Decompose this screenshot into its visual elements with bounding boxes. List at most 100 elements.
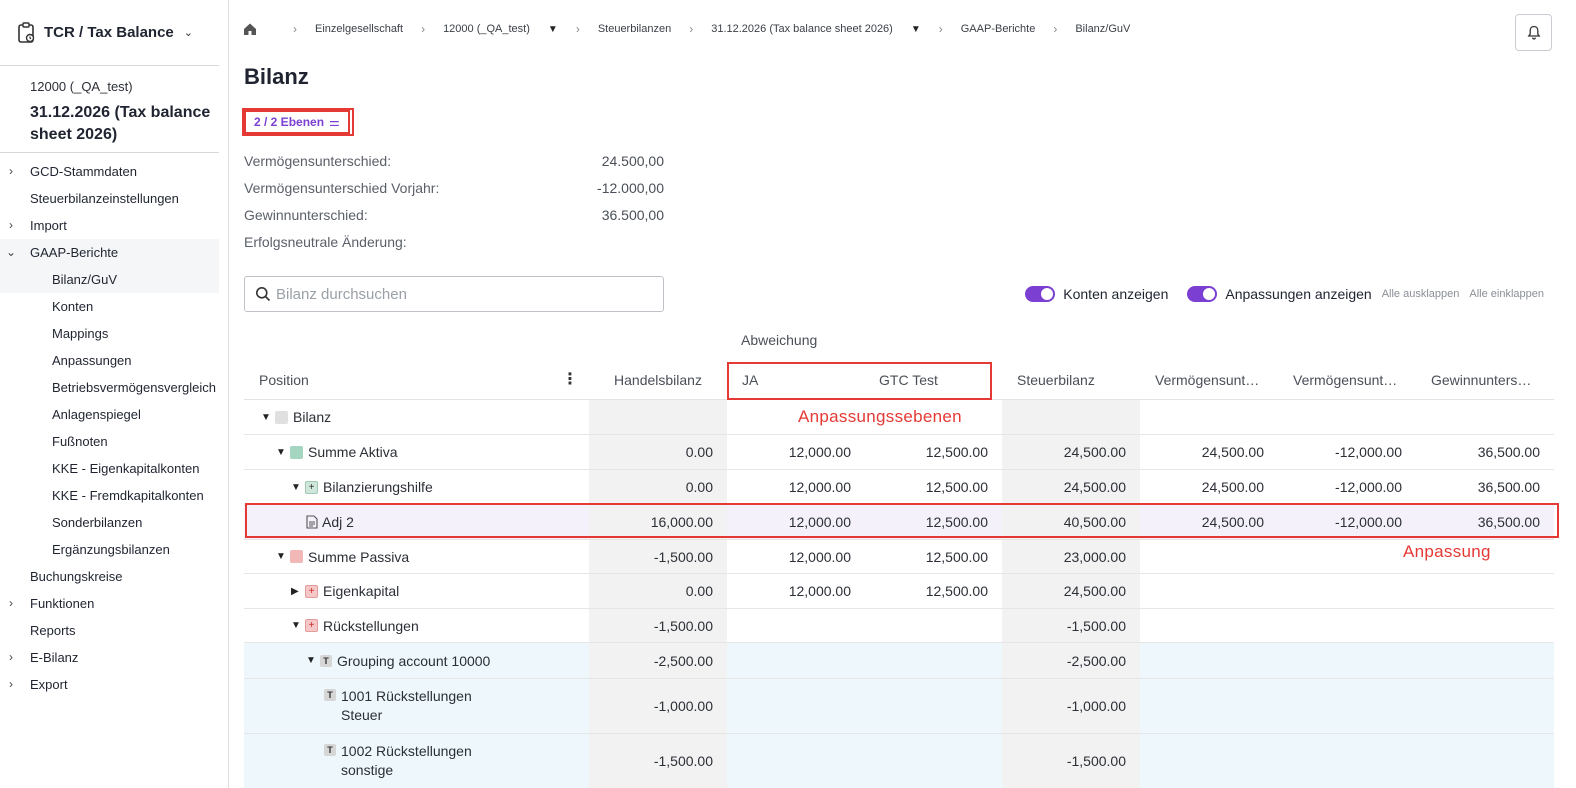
row-grouping-account[interactable]: ▼ T Grouping account 10000 -2,500.00 -2,500.… [244, 643, 1554, 679]
levels-filter-button[interactable]: 2 / 2 Ebenen ⚌ [244, 110, 350, 134]
home-icon[interactable] [243, 22, 257, 36]
sidebar-item-label: Reports [30, 623, 76, 638]
group-header-abweichung: Abweichung [741, 332, 818, 348]
cell-vuv [1278, 679, 1416, 733]
collapse-icon[interactable]: ▼ [306, 655, 320, 666]
summary-row: Gewinnunterschied: 36.500,00 [244, 207, 664, 223]
sidebar-item-label: Steuerbilanzeinstellungen [30, 191, 179, 206]
row-bilanzierungshilfe[interactable]: ▼ + Bilanzierungshilfe 0.00 12,000.00 12,500.… [244, 470, 1554, 505]
sidebar-item-anpassungen[interactable]: Anpassungen [0, 347, 219, 374]
sidebar-item-mappings[interactable]: Mappings [0, 320, 219, 347]
breadcrumb-item[interactable]: Einzelgesellschaft [315, 23, 403, 35]
cell-gtc [865, 679, 1002, 733]
breadcrumb-item[interactable]: Steuerbilanzen [598, 23, 671, 35]
collapse-icon[interactable]: ▼ [276, 551, 290, 562]
col-header-ja[interactable]: JA [742, 362, 758, 399]
sidebar-item-label: Fußnoten [52, 434, 108, 449]
position-cell: ▶ + Eigenkapital [244, 574, 589, 608]
collapse-icon[interactable]: ▼ [291, 620, 305, 631]
cell-ja [727, 679, 865, 733]
position-label: 1002 Rückstellungen sonstige [341, 742, 472, 780]
sidebar-item-kke-eigenkapitalkonten[interactable]: KKE - Eigenkapitalkonten [0, 455, 219, 482]
sidebar-item-fussnoten[interactable]: Fußnoten [0, 428, 219, 455]
cell-vu [1140, 400, 1278, 434]
row-eigenkapital[interactable]: ▶ + Eigenkapital 0.00 12,000.00 12,500.00 24,5… [244, 574, 1554, 609]
sidebar-item-betriebsvermoegensvergleich[interactable]: Betriebsvermögensvergleich [0, 374, 219, 401]
sidebar-item-funktionen[interactable]: › Funktionen [0, 590, 219, 617]
chevron-right-icon: › [938, 22, 943, 36]
collapse-icon[interactable]: ▼ [261, 412, 275, 423]
cell-vuv [1278, 574, 1416, 608]
row-summe-aktiva[interactable]: ▼ Summe Aktiva 0.00 12,000.00 12,500.00 24,50… [244, 435, 1554, 470]
cell-hb: -1,500.00 [589, 609, 727, 642]
col-header-vermoegensunterschied-vorjahr[interactable]: Vermögensunt… [1293, 362, 1397, 399]
show-accounts-toggle[interactable] [1025, 286, 1056, 302]
cell-hb: 0.00 [589, 470, 727, 504]
column-menu-icon[interactable]: ⋮ [562, 362, 578, 399]
page-title: Bilanz [244, 64, 309, 89]
app-switcher[interactable]: TCR / Tax Balance ⌄ [0, 0, 219, 66]
sidebar-item-kke-fremdkapitalkonten[interactable]: KKE - Fremdkapitalkonten [0, 482, 219, 509]
row-rueckstellungen[interactable]: ▼ + Rückstellungen -1,500.00 -1,500.00 [244, 609, 1554, 643]
label-line-1: 1001 Rückstellungen [341, 688, 472, 704]
notifications-button[interactable] [1515, 14, 1552, 51]
cell-sb: -1,000.00 [1002, 679, 1140, 733]
sidebar-item-label: Anlagenspiegel [52, 407, 141, 422]
caret-down-icon[interactable]: ▼ [911, 24, 921, 35]
collapse-icon[interactable]: ▼ [276, 447, 290, 458]
cell-vuv: -12,000.00 [1335, 479, 1402, 495]
sidebar-item-gaap-berichte[interactable]: ⌄ GAAP-Berichte [0, 239, 219, 266]
sidebar-item-gcd-stammdaten[interactable]: › GCD-Stammdaten [0, 158, 219, 185]
cell-gu [1416, 609, 1554, 642]
sidebar-item-export[interactable]: › Export [0, 671, 219, 698]
expand-all-link[interactable]: Alle ausklappen [1382, 288, 1460, 300]
chevron-right-icon: › [9, 218, 13, 232]
col-header-gtc-test[interactable]: GTC Test [879, 362, 938, 399]
cell-vuv [1278, 400, 1416, 434]
cell-vuv [1278, 609, 1416, 642]
cell-vu: 24,500.00 [1201, 444, 1264, 460]
col-header-vermoegensunterschied[interactable]: Vermögensunt… [1155, 362, 1259, 399]
cell-vuv [1278, 643, 1416, 678]
show-adjustments-toggle[interactable] [1187, 286, 1218, 302]
caret-down-icon[interactable]: ▼ [548, 24, 558, 35]
sidebar-item-buchungskreise[interactable]: Buchungskreise [0, 563, 219, 590]
col-header-position[interactable]: Position [259, 362, 309, 399]
sidebar-item-bilanz-guv[interactable]: Bilanz/GuV [0, 266, 219, 293]
row-adj-2[interactable]: Adj 2 16,000.00 12,000.00 12,500.00 40,500.0… [244, 505, 1554, 540]
breadcrumb-item[interactable]: 31.12.2026 (Tax balance sheet 2026) [711, 23, 893, 35]
row-summe-passiva[interactable]: ▼ Summe Passiva -1,500.00 12,000.00 12,500.0… [244, 540, 1554, 574]
sidebar-item-import[interactable]: › Import [0, 212, 219, 239]
sidebar-item-ergaenzungsbilanzen[interactable]: Ergänzungsbilanzen [0, 536, 219, 563]
position-cell: ▼ Summe Aktiva [244, 435, 589, 469]
sidebar-item-label: Export [30, 677, 68, 692]
expand-icon[interactable]: ▶ [291, 586, 305, 597]
cell-hb: 16,000.00 [589, 505, 727, 539]
row-account-1002[interactable]: T 1002 Rückstellungen sonstige -1,500.00 -1,… [244, 734, 1554, 788]
sidebar-item-anlagenspiegel[interactable]: Anlagenspiegel [0, 401, 219, 428]
sidebar-item-label: E-Bilanz [30, 650, 79, 665]
cell-hb: 0.00 [589, 435, 727, 469]
breadcrumb-item[interactable]: GAAP-Berichte [961, 23, 1036, 35]
collapse-all-link[interactable]: Alle einklappen [1469, 288, 1544, 300]
sidebar-item-steuerbilanzeinstellungen[interactable]: Steuerbilanzeinstellungen [0, 185, 219, 212]
breadcrumb-item[interactable]: 12000 (_QA_test) [443, 23, 530, 35]
sidebar-item-sonderbilanzen[interactable]: Sonderbilanzen [0, 509, 219, 536]
row-account-1001[interactable]: T 1001 Rückstellungen Steuer -1,000.00 -1,00… [244, 679, 1554, 734]
collapse-icon[interactable]: ▼ [291, 482, 305, 493]
sidebar-item-e-bilanz[interactable]: › E-Bilanz [0, 644, 219, 671]
cell-gu: 36,500.00 [1477, 479, 1540, 495]
col-header-steuerbilanz[interactable]: Steuerbilanz [1017, 362, 1095, 399]
cell-sb: -2,500.00 [1002, 643, 1140, 678]
cell-gu [1416, 400, 1554, 434]
col-header-handelsbilanz[interactable]: Handelsbilanz [589, 362, 727, 399]
sidebar-item-label: Import [30, 218, 67, 233]
position-label: Bilanzierungshilfe [323, 479, 433, 495]
search-input[interactable] [276, 285, 656, 303]
cell-gtc [865, 643, 1002, 678]
sidebar-item-konten[interactable]: Konten [0, 293, 219, 320]
label-line-2: Steuer [341, 707, 383, 723]
col-header-gewinnunterschied[interactable]: Gewinnunters… [1431, 362, 1531, 399]
plus-square-icon: + [305, 619, 318, 632]
sidebar-item-reports[interactable]: Reports [0, 617, 219, 644]
